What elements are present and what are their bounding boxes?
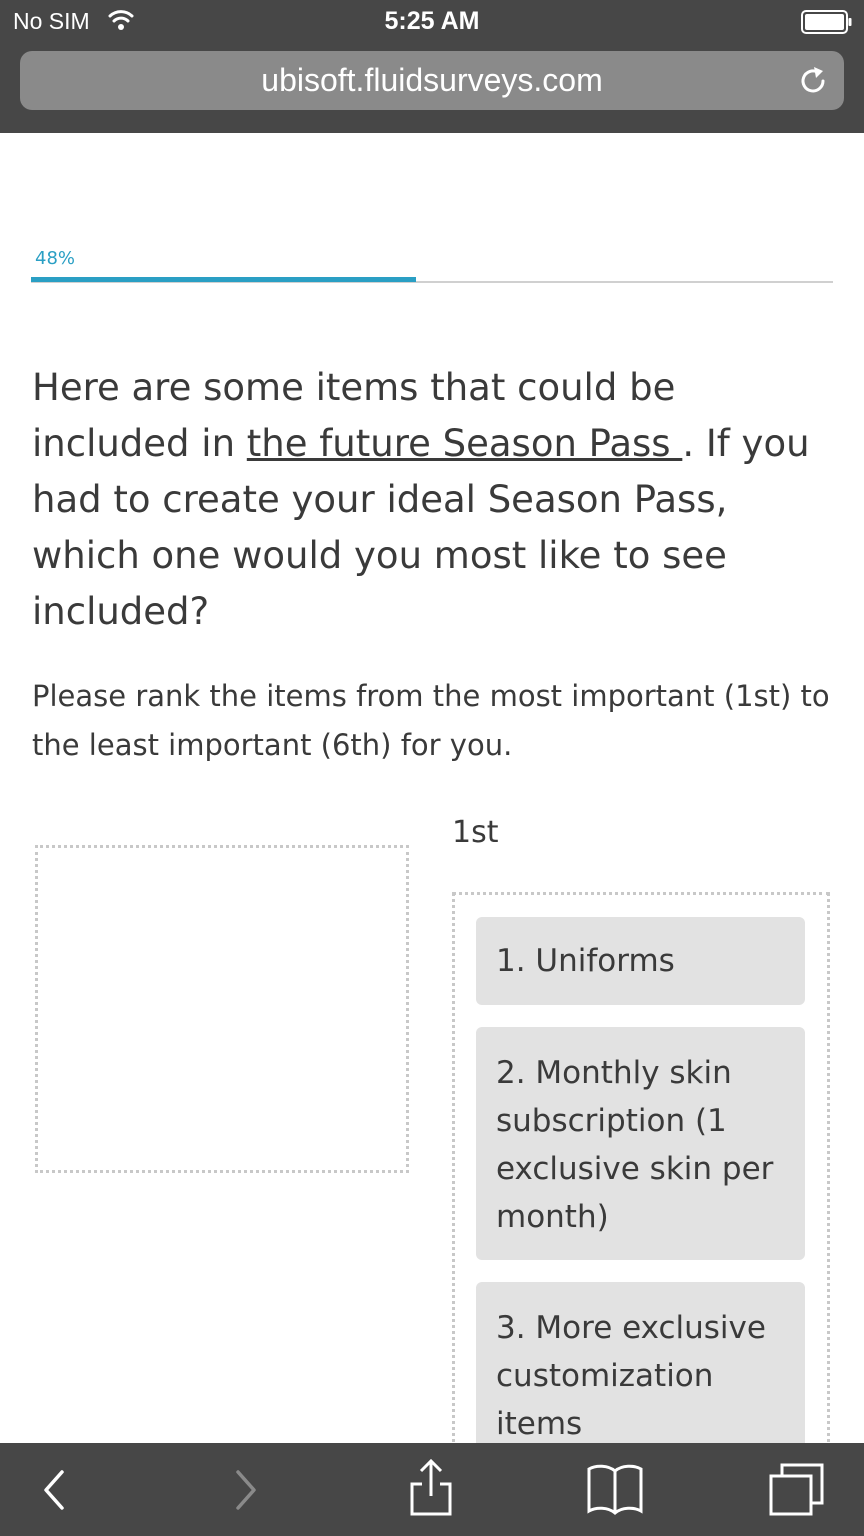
season-pass-link[interactable]: the future Season Pass <box>247 422 683 465</box>
url-text: ubisoft.fluidsurveys.com <box>261 62 603 98</box>
instructions-text: Please rank the items from the most impo… <box>32 679 830 762</box>
progress-label: 48% <box>35 248 76 269</box>
question-text: Here are some items that could be includ… <box>32 360 832 640</box>
browser-toolbar <box>0 1443 864 1536</box>
bookmarks-icon[interactable] <box>586 1463 644 1515</box>
back-icon[interactable] <box>40 1465 70 1515</box>
status-bar: No SIM 5:25 AM <box>0 0 864 44</box>
forward-icon[interactable] <box>230 1465 260 1515</box>
progress-fill <box>31 277 416 282</box>
rank-drop-zone[interactable] <box>35 845 409 1173</box>
tabs-icon[interactable] <box>768 1463 826 1517</box>
address-bar[interactable]: ubisoft.fluidsurveys.com <box>20 51 844 110</box>
progress-bar <box>31 277 833 283</box>
status-time: 5:25 AM <box>384 7 480 35</box>
browser-chrome: No SIM 5:25 AM ubisoft.fluidsurveys.com <box>0 0 864 133</box>
battery-icon <box>801 10 852 34</box>
rank-item-uniforms[interactable]: 1. Uniforms <box>476 917 805 1005</box>
reload-icon[interactable] <box>796 64 830 98</box>
share-icon[interactable] <box>408 1458 454 1518</box>
rank-item-monthly-skin[interactable]: 2. Monthly skin subscription (1 exclusiv… <box>476 1027 805 1260</box>
rank-label: 1st <box>452 815 499 850</box>
